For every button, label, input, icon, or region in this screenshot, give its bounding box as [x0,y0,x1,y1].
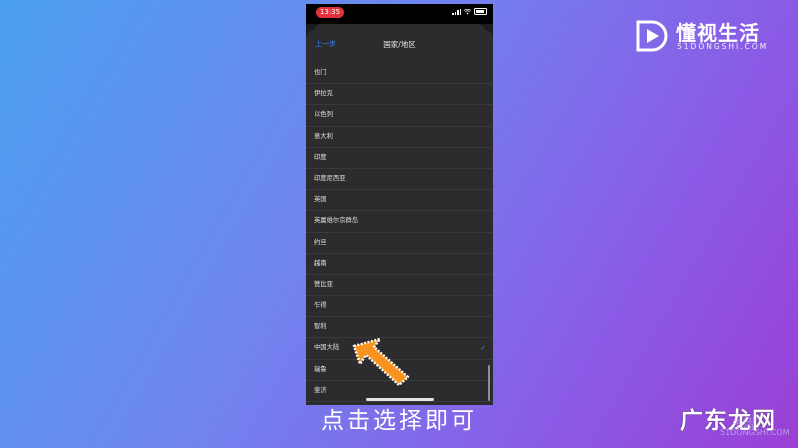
country-label: 意大利 [314,132,333,140]
checkmark-icon: ✓ [480,344,486,353]
country-label: 以色列 [314,111,333,119]
country-label: 斐济 [314,386,327,394]
country-row[interactable]: 约旦 [306,233,493,254]
country-row[interactable]: 赞比亚 [306,275,493,297]
country-label: 乍得 [314,302,327,310]
country-label: 也门 [314,69,327,76]
country-label: 赞比亚 [314,280,333,288]
brand-domain: 51DONGSHI.COM [677,42,769,51]
country-row[interactable]: 伊拉克 [306,84,493,106]
instruction-caption: 点击选择即可 [321,408,477,434]
country-row[interactable]: 英国 [306,190,493,212]
country-row[interactable]: 也门 [306,63,493,85]
wifi-icon [464,8,471,14]
play-logo-icon [636,20,668,52]
status-bar: 13:35 [306,4,493,24]
page-title: 国家/地区 [383,40,416,49]
country-label: 印度 [314,153,327,161]
country-label: 印度尼西亚 [314,174,346,182]
country-label: 英国 [314,196,327,204]
status-icons [452,8,487,15]
country-row[interactable]: 英属维尔京群岛 [306,211,493,233]
watermark-domain: 51DONGSHI.COM [720,428,790,437]
signal-icon [452,8,461,15]
country-label: 中国大陆 [314,344,340,352]
pointer-arrow-icon [352,337,410,387]
country-label: 越南 [314,259,327,267]
country-label: 伊拉克 [314,90,333,98]
home-indicator[interactable] [366,398,434,401]
country-label: 英属维尔京群岛 [314,217,359,225]
brand-logo: 懂视生活 51DONGSHI.COM [634,15,778,59]
scrollbar[interactable] [488,365,490,401]
country-label: 约旦 [314,238,327,246]
status-time: 13:35 [316,7,344,18]
country-label: 瑞鲁 [314,365,327,373]
watermark-logo: 广东龙网 生活 51DONGSHI.COM [680,401,798,448]
country-row[interactable]: 乍得 [306,296,493,318]
country-row[interactable]: 越南 [306,254,493,275]
country-row[interactable]: 以色列 [306,105,493,127]
battery-icon [474,8,487,15]
country-row[interactable]: 印度尼西亚 [306,169,493,191]
country-row[interactable]: 印度 [306,148,493,169]
country-label: 智利 [314,323,327,331]
country-row[interactable]: 意大利 [306,127,493,148]
nav-bar: 上一步 国家/地区 [306,30,493,60]
